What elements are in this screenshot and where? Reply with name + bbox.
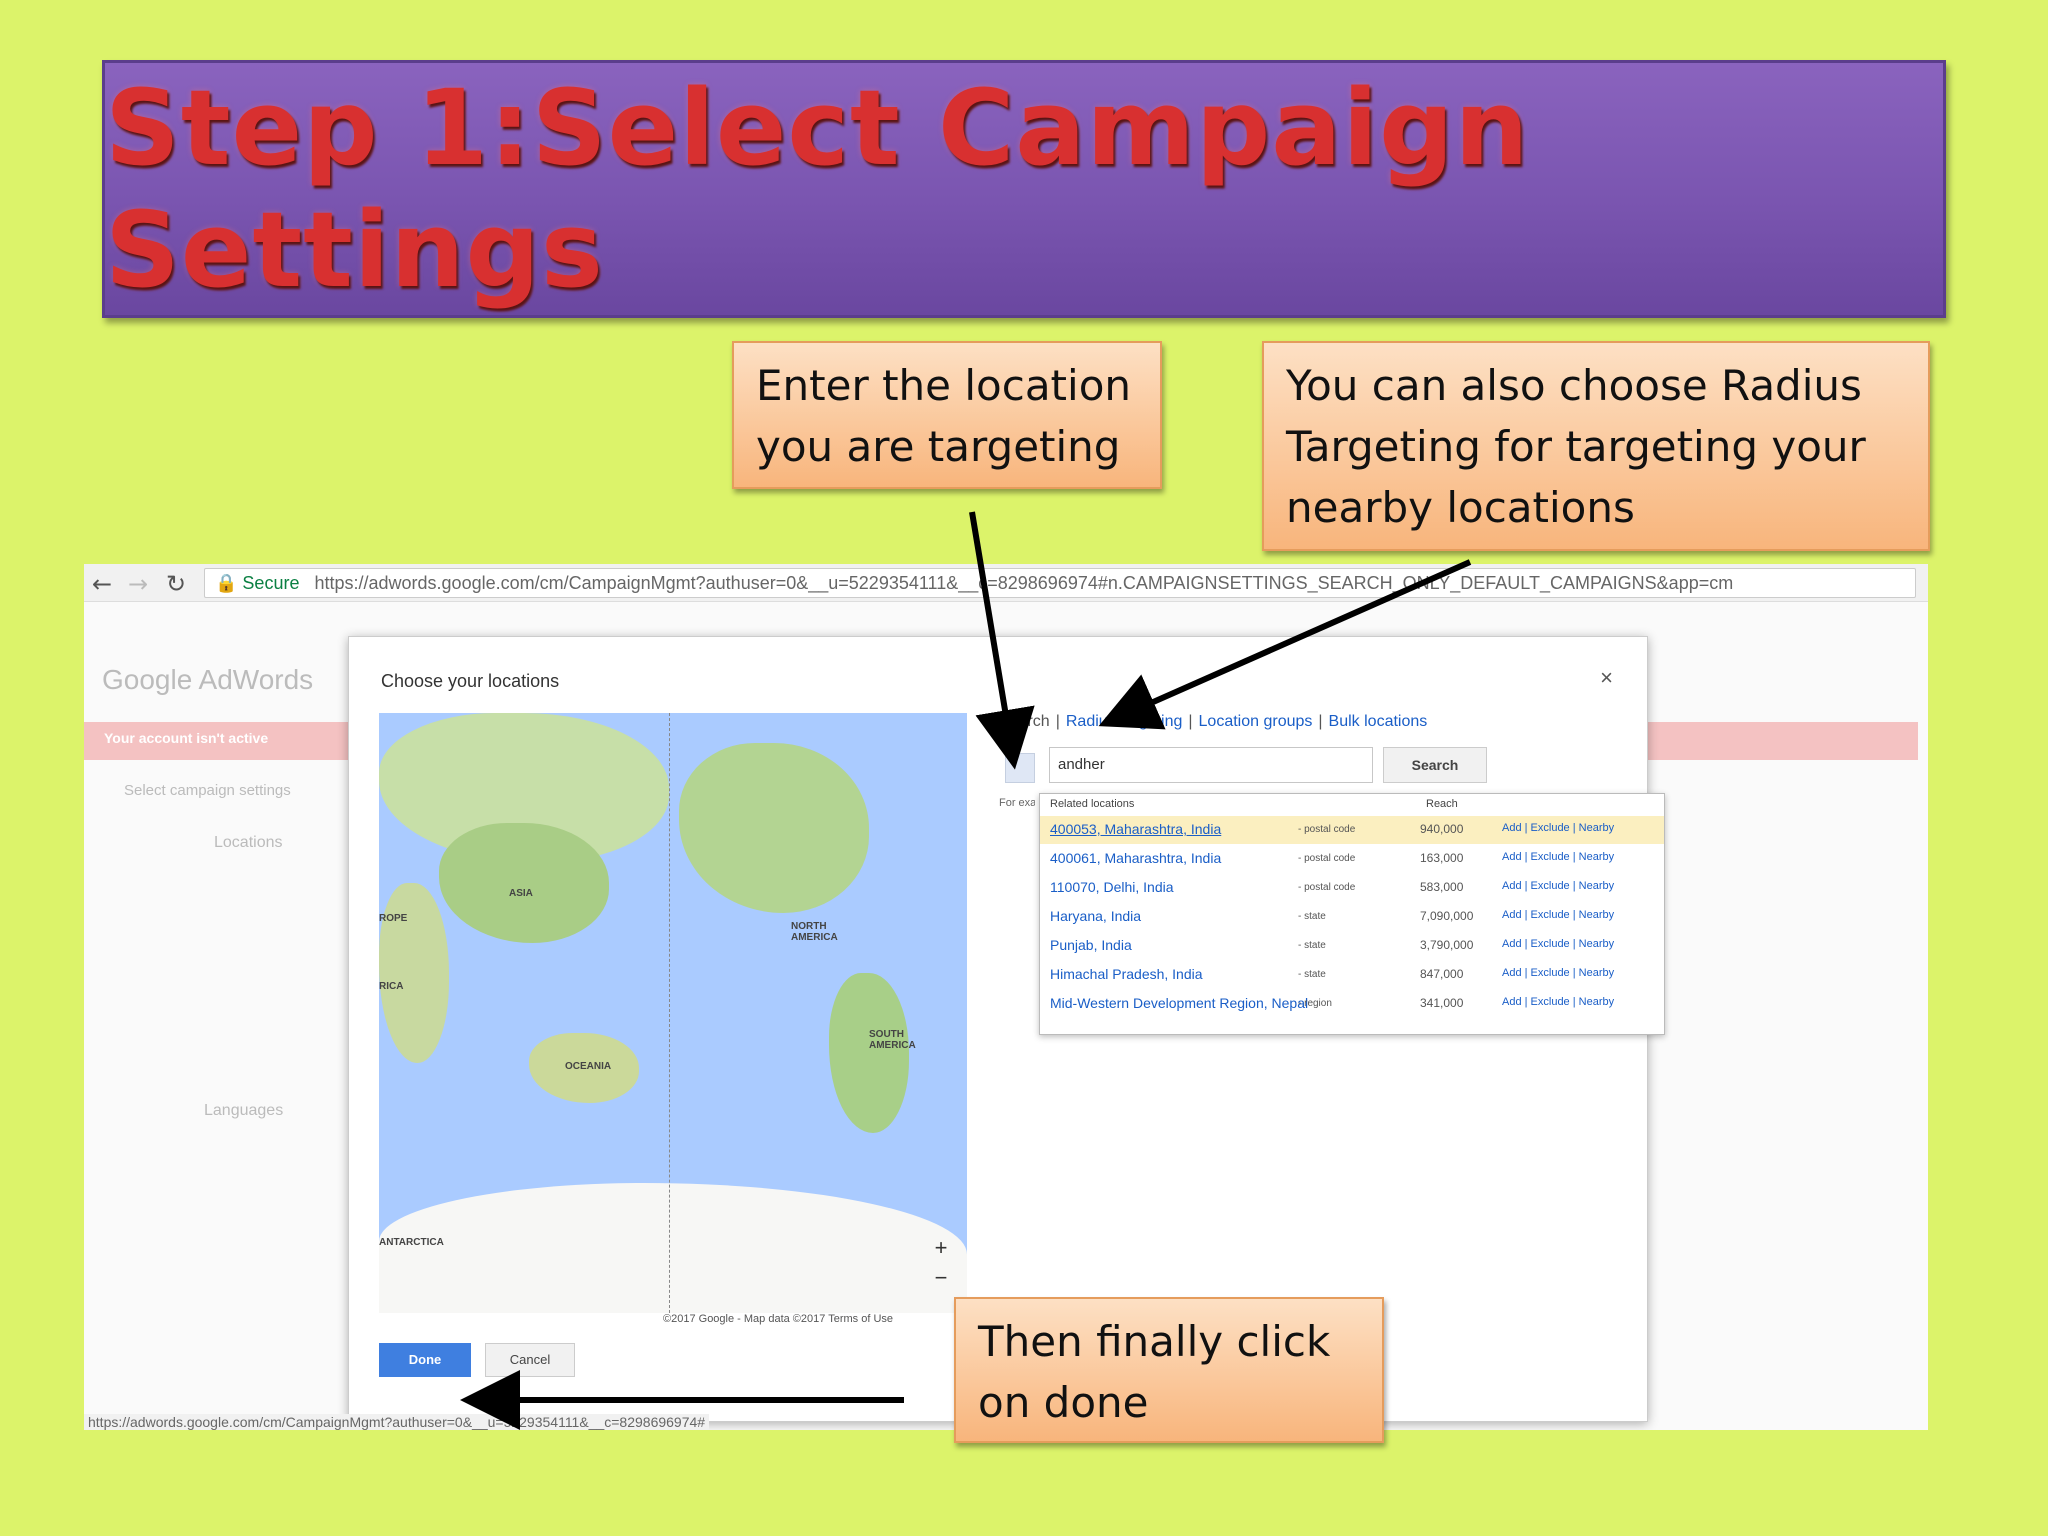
map-label-south-america: SOUTH AMERICA [869, 1029, 916, 1051]
languages-label: Languages [204, 1102, 284, 1119]
map-label-europe: ROPE [379, 913, 408, 924]
dialog-title: Choose your locations [381, 671, 560, 691]
map-label-antarctica: ANTARCTICA [379, 1237, 444, 1248]
result-reach: 847,000 [1420, 967, 1464, 981]
map-land-africa [379, 883, 449, 1063]
result-reach: 7,090,000 [1420, 909, 1474, 923]
result-actions[interactable]: Add | Exclude | Nearby [1502, 880, 1614, 892]
result-actions[interactable]: Add | Exclude | Nearby [1502, 938, 1614, 950]
map-label-africa: RICA [379, 981, 404, 992]
title-banner: Step 1:Select Campaign Settings [102, 60, 1946, 318]
browser-toolbar: ← → ↻ 🔒 Secure https://adwords.google.co… [84, 564, 1928, 602]
zoom-out-icon[interactable]: − [929, 1263, 953, 1293]
map-label-asia: ASIA [509, 888, 533, 899]
result-reach: 583,000 [1420, 880, 1464, 894]
address-bar[interactable]: 🔒 Secure https://adwords.google.com/cm/C… [204, 568, 1916, 598]
map-attribution: ©2017 Google - Map data ©2017 Terms of U… [663, 1313, 894, 1325]
result-name[interactable]: Himachal Pradesh, India [1050, 966, 1203, 982]
location-result-row[interactable]: Himachal Pradesh, India 847,000 Add | Excl… [1040, 961, 1664, 989]
cancel-button[interactable]: Cancel [485, 1343, 575, 1377]
result-name[interactable]: Punjab, India [1050, 937, 1132, 953]
result-type: - postal code [1298, 824, 1356, 835]
status-bar-url: https://adwords.google.com/cm/CampaignMg… [84, 1414, 710, 1430]
map-land-asia [439, 823, 609, 943]
result-actions[interactable]: Add | Exclude | Nearby [1502, 967, 1614, 979]
location-result-row[interactable]: 400061, Maharashtra, India 163,000 Add | E… [1040, 845, 1664, 873]
search-button[interactable]: Search [1383, 747, 1487, 783]
result-type: - state [1298, 969, 1326, 980]
alert-text: Your account isn't active [104, 730, 269, 746]
map-land-north-america [679, 743, 869, 913]
map-land-antarctica [379, 1183, 967, 1313]
result-actions[interactable]: Add | Exclude | Nearby [1502, 851, 1614, 863]
url-text: https://adwords.google.com/cm/CampaignMg… [314, 573, 1734, 593]
reload-icon[interactable]: ↻ [166, 570, 186, 598]
result-name[interactable]: 400053, Maharashtra, India [1050, 821, 1221, 837]
callout-done: Then finally click on done [954, 1297, 1384, 1443]
map-land-south-america [829, 973, 909, 1133]
map-dateline [669, 713, 670, 1313]
result-reach: 3,790,000 [1420, 938, 1474, 952]
result-name[interactable]: 110070, Delhi, India [1050, 879, 1174, 895]
lock-icon: 🔒 [215, 573, 243, 593]
adwords-logo: Google AdWords [102, 664, 314, 695]
result-type: - state [1298, 940, 1326, 951]
location-search-input[interactable]: andher [1049, 747, 1373, 783]
location-pin-icon [1005, 753, 1035, 783]
result-reach: 341,000 [1420, 996, 1464, 1010]
result-type: - postal code [1298, 853, 1356, 864]
result-actions[interactable]: Add | Exclude | Nearby [1502, 909, 1614, 921]
location-result-row[interactable]: Mid-Western Development Region, Nepal 341… [1040, 990, 1664, 1018]
back-icon[interactable]: ← [92, 570, 112, 598]
result-reach: 163,000 [1420, 851, 1464, 865]
step-label: Select campaign settings [124, 782, 291, 799]
tab-search[interactable]: Search [999, 713, 1050, 730]
location-result-row[interactable]: 110070, Delhi, India 583,000 Add | Exclude… [1040, 874, 1664, 902]
callout-radius: You can also choose Radius Targeting for… [1262, 341, 1930, 551]
map-label-north-america: NORTH AMERICA [791, 921, 838, 943]
result-type: - state [1298, 911, 1326, 922]
location-result-row[interactable]: 400053, Maharashtra, India 940,000 Add | E… [1040, 816, 1664, 844]
tab-bulk-locations[interactable]: Bulk locations [1329, 713, 1428, 730]
result-name[interactable]: Mid-Western Development Region, Nepal [1050, 995, 1308, 1011]
search-hint: For example, a country, city, region or … [999, 797, 1035, 809]
result-type: - region [1298, 998, 1332, 1009]
callout-location: Enter the location you are targeting [732, 341, 1162, 489]
forward-icon[interactable]: → [128, 570, 148, 598]
world-map[interactable]: ASIA ROPE RICA OCEANIA NORTH AMERICA SOU… [379, 713, 967, 1313]
result-actions[interactable]: Add | Exclude | Nearby [1502, 822, 1614, 834]
zoom-in-icon[interactable]: + [929, 1233, 953, 1263]
location-result-row[interactable]: Punjab, India 3,790,000 Add | Exclude | Ne… [1040, 932, 1664, 960]
tab-location-groups[interactable]: Location groups [1199, 713, 1313, 730]
result-reach: 940,000 [1420, 822, 1464, 836]
slide-title: Step 1:Select Campaign Settings [105, 67, 1530, 311]
done-button[interactable]: Done [379, 1343, 471, 1377]
locations-label: Locations [214, 834, 283, 851]
secure-label: Secure [242, 573, 300, 593]
close-icon[interactable]: × [1600, 665, 1613, 691]
map-zoom-control: + − [929, 1233, 953, 1293]
results-header: Related locations Reach [1040, 794, 1664, 816]
location-tabs: Search | Radius targeting | Location groups |… [999, 713, 1428, 730]
location-results: Related locations Reach 400053, Maharash… [1039, 793, 1665, 1035]
result-name[interactable]: Haryana, India [1050, 908, 1141, 924]
result-name[interactable]: 400061, Maharashtra, India [1050, 850, 1221, 866]
map-label-oceania: OCEANIA [565, 1061, 612, 1072]
result-type: - postal code [1298, 882, 1356, 893]
reach-header: Reach [1426, 798, 1458, 810]
location-result-row[interactable]: Haryana, India 7,090,000 Add | Exclude | N… [1040, 903, 1664, 931]
result-actions[interactable]: Add | Exclude | Nearby [1502, 996, 1614, 1008]
related-locations-label: Related locations [1050, 798, 1135, 810]
tab-radius-targeting[interactable]: Radius targeting [1066, 713, 1183, 730]
